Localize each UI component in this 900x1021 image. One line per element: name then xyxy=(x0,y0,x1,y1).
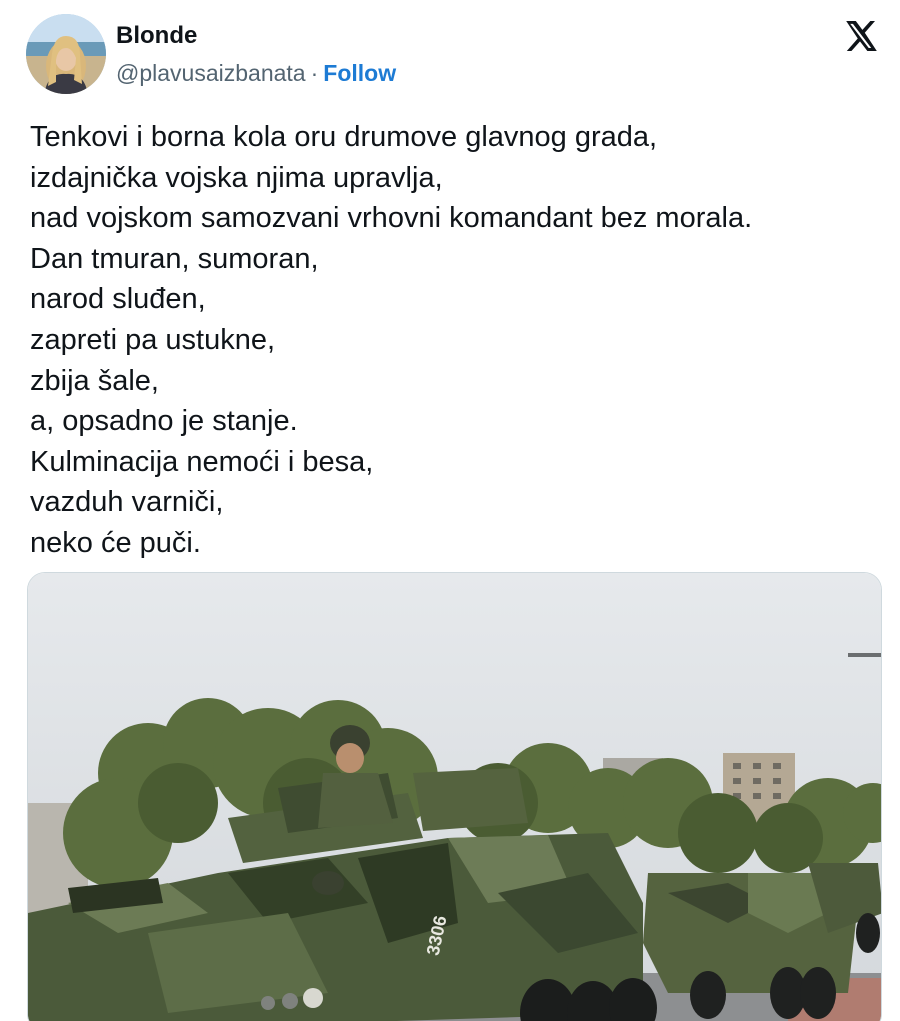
tweet-line: narod sluđen, xyxy=(30,283,206,316)
tweet-line: neko će puči. xyxy=(30,526,201,559)
tweet-line: Kulminacija nemoći i besa, xyxy=(30,445,374,478)
avatar[interactable] xyxy=(26,14,106,94)
tweet-card: Blonde @plavusaizbanata · Follow Tenkovi i… xyxy=(0,0,900,1021)
tweet-photo[interactable]: 3306 xyxy=(27,572,882,1021)
tweet-line: vazduh varniči, xyxy=(30,486,224,519)
tweet-line: zbija šale, xyxy=(30,364,159,397)
author-display-name[interactable]: Blonde xyxy=(116,22,197,50)
tweet-line: a, opsadno je stanje. xyxy=(30,405,298,438)
author-meta: @plavusaizbanata · Follow xyxy=(116,60,396,87)
follow-button[interactable]: Follow xyxy=(323,60,396,86)
tweet-line: Tenkovi i borna kola oru drumove glavnog… xyxy=(30,121,658,153)
tweet-header: Blonde @plavusaizbanata · Follow xyxy=(26,14,886,94)
tweet-line: zapreti pa ustukne, xyxy=(30,323,276,356)
x-logo-icon[interactable] xyxy=(842,18,878,54)
tweet-line: nad vojskom samozvani vrhovni komandant … xyxy=(30,202,753,235)
separator-dot: · xyxy=(310,60,319,86)
tweet-line: izdajnička vojska njima upravlja, xyxy=(30,161,443,194)
tweet-text: Tenkovi i borna kola oru drumove glavnog… xyxy=(30,117,880,564)
tweet-line: Dan tmuran, sumoran, xyxy=(30,242,319,275)
author-handle[interactable]: @plavusaizbanata xyxy=(116,60,306,86)
